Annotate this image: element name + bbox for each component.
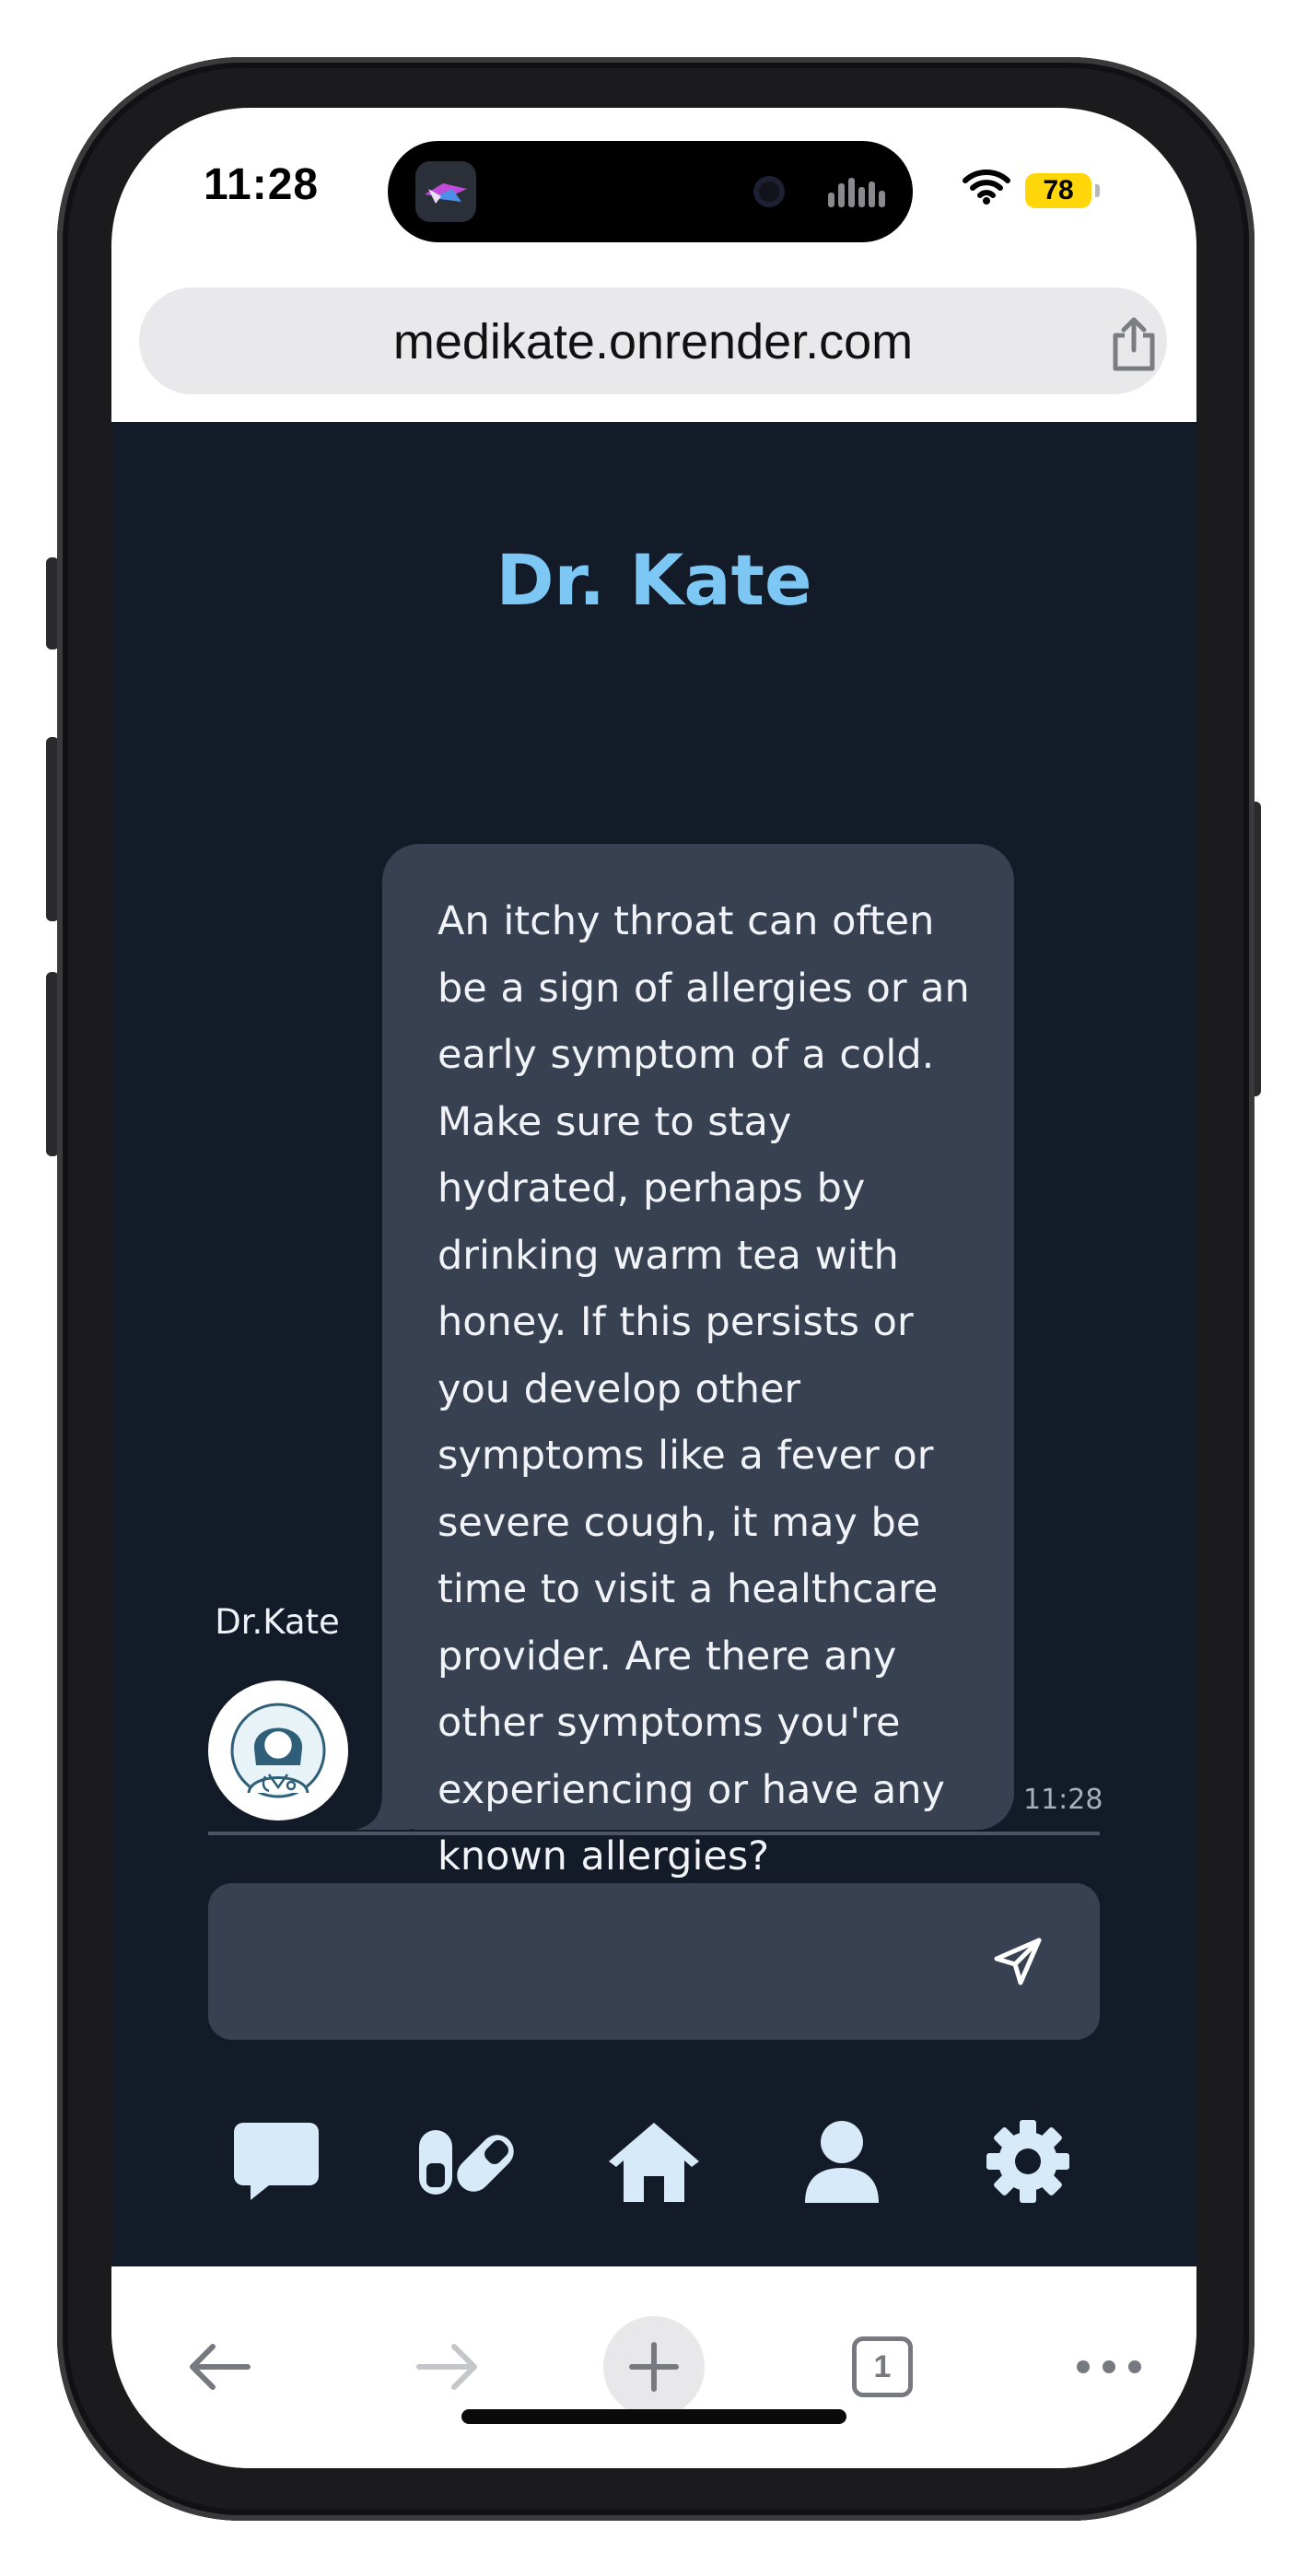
more-button[interactable] — [1058, 2316, 1160, 2418]
browser-toolbar: 1 — [111, 2266, 1196, 2468]
battery-indicator: 78 — [1025, 173, 1091, 208]
doctor-illustration-icon — [230, 1703, 326, 1798]
battery-tip — [1095, 184, 1100, 197]
dynamic-island — [388, 141, 913, 242]
tab-count: 1 — [852, 2336, 913, 2397]
home-icon — [609, 2123, 699, 2202]
tabs-button[interactable]: 1 — [832, 2316, 933, 2418]
address-bar[interactable]: medikate.onrender.com — [139, 287, 1167, 394]
screen: 11:28 78 medikate.onrender.com Dr. Kate … — [111, 108, 1196, 2468]
message-input[interactable] — [208, 1883, 1100, 2040]
chat-bubble-icon — [234, 2123, 319, 2200]
message-sender-name: Dr.Kate — [215, 1602, 340, 1642]
message-timestamp: 11:28 — [1023, 1784, 1103, 1816]
url-text[interactable]: medikate.onrender.com — [139, 313, 1167, 370]
wifi-icon — [963, 170, 1010, 205]
home-indicator[interactable] — [461, 2409, 846, 2424]
gear-icon — [986, 2120, 1069, 2203]
back-button[interactable] — [169, 2316, 270, 2418]
nav-medications[interactable] — [415, 2111, 517, 2212]
arrow-right-icon — [416, 2344, 477, 2390]
nav-profile[interactable] — [791, 2111, 893, 2212]
message-text: An itchy throat can often be a sign of a… — [438, 898, 970, 1879]
chat-divider — [208, 1832, 1100, 1835]
more-dots-icon — [1077, 2360, 1141, 2373]
new-tab-button[interactable] — [603, 2316, 705, 2418]
arrow-left-icon — [190, 2344, 251, 2390]
pills-icon — [419, 2130, 514, 2195]
plus-icon — [629, 2342, 679, 2392]
audio-waveform-icon — [828, 174, 887, 211]
front-camera — [753, 176, 785, 207]
send-icon[interactable] — [991, 1935, 1044, 1988]
user-icon — [805, 2121, 879, 2203]
nav-chat[interactable] — [226, 2111, 327, 2212]
forward-button[interactable] — [397, 2316, 498, 2418]
device: 11:28 78 medikate.onrender.com Dr. Kate … — [0, 0, 1307, 2576]
nav-home[interactable] — [603, 2111, 705, 2212]
live-activity-icon — [415, 161, 476, 222]
message-bubble: An itchy throat can often be a sign of a… — [382, 844, 1014, 1879]
doctor-avatar — [208, 1680, 348, 1821]
nav-settings[interactable] — [977, 2111, 1079, 2212]
web-content: Dr. Kate Dr.Kate An itchy throat can oft… — [111, 422, 1196, 2266]
status-time: 11:28 — [204, 160, 320, 209]
share-icon[interactable] — [1108, 315, 1160, 374]
app-title: Dr. Kate — [496, 539, 812, 621]
